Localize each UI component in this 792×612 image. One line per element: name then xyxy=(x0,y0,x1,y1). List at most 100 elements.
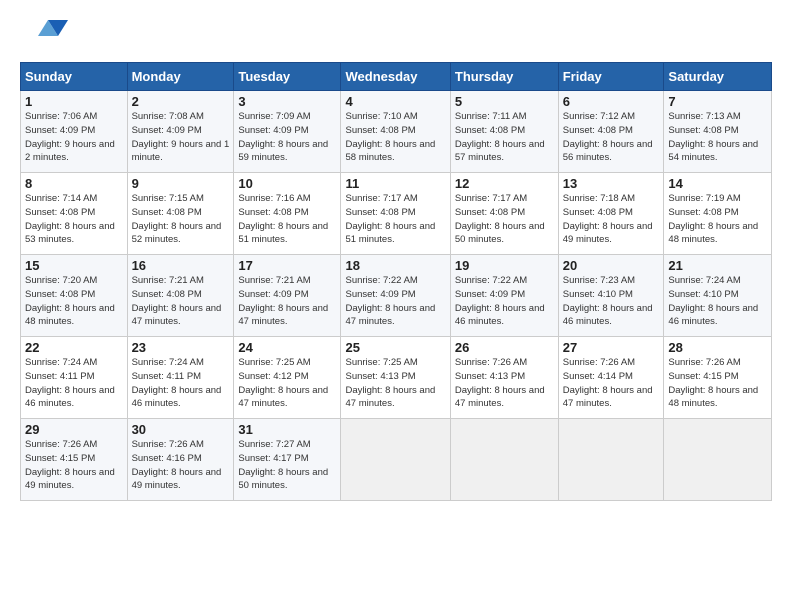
day-info: Sunrise: 7:25 AMSunset: 4:13 PMDaylight:… xyxy=(345,357,435,409)
calendar-day-cell: 12 Sunrise: 7:17 AMSunset: 4:08 PMDaylig… xyxy=(450,173,558,255)
calendar-day-cell: 23 Sunrise: 7:24 AMSunset: 4:11 PMDaylig… xyxy=(127,337,234,419)
day-number: 15 xyxy=(25,258,123,273)
calendar-weekday-header: Tuesday xyxy=(234,63,341,91)
calendar-day-cell: 27 Sunrise: 7:26 AMSunset: 4:14 PMDaylig… xyxy=(558,337,664,419)
day-number: 27 xyxy=(563,340,660,355)
calendar-day-cell: 15 Sunrise: 7:20 AMSunset: 4:08 PMDaylig… xyxy=(21,255,128,337)
calendar-day-cell: 3 Sunrise: 7:09 AMSunset: 4:09 PMDayligh… xyxy=(234,91,341,173)
calendar-day-cell: 10 Sunrise: 7:16 AMSunset: 4:08 PMDaylig… xyxy=(234,173,341,255)
calendar-day-cell: 1 Sunrise: 7:06 AMSunset: 4:09 PMDayligh… xyxy=(21,91,128,173)
day-number: 10 xyxy=(238,176,336,191)
day-info: Sunrise: 7:11 AMSunset: 4:08 PMDaylight:… xyxy=(455,111,545,163)
day-number: 23 xyxy=(132,340,230,355)
day-number: 20 xyxy=(563,258,660,273)
day-number: 8 xyxy=(25,176,123,191)
day-number: 6 xyxy=(563,94,660,109)
calendar-day-cell: 31 Sunrise: 7:27 AMSunset: 4:17 PMDaylig… xyxy=(234,419,341,501)
logo-icon xyxy=(20,16,68,54)
day-info: Sunrise: 7:16 AMSunset: 4:08 PMDaylight:… xyxy=(238,193,328,245)
day-info: Sunrise: 7:17 AMSunset: 4:08 PMDaylight:… xyxy=(455,193,545,245)
day-info: Sunrise: 7:25 AMSunset: 4:12 PMDaylight:… xyxy=(238,357,328,409)
calendar-day-cell xyxy=(664,419,772,501)
day-info: Sunrise: 7:15 AMSunset: 4:08 PMDaylight:… xyxy=(132,193,222,245)
calendar-day-cell: 17 Sunrise: 7:21 AMSunset: 4:09 PMDaylig… xyxy=(234,255,341,337)
day-number: 11 xyxy=(345,176,445,191)
calendar-week-row: 15 Sunrise: 7:20 AMSunset: 4:08 PMDaylig… xyxy=(21,255,772,337)
day-number: 30 xyxy=(132,422,230,437)
calendar-weekday-header: Thursday xyxy=(450,63,558,91)
calendar-day-cell: 4 Sunrise: 7:10 AMSunset: 4:08 PMDayligh… xyxy=(341,91,450,173)
day-info: Sunrise: 7:20 AMSunset: 4:08 PMDaylight:… xyxy=(25,275,115,327)
day-number: 13 xyxy=(563,176,660,191)
day-info: Sunrise: 7:24 AMSunset: 4:10 PMDaylight:… xyxy=(668,275,758,327)
day-info: Sunrise: 7:21 AMSunset: 4:08 PMDaylight:… xyxy=(132,275,222,327)
calendar-weekday-header: Friday xyxy=(558,63,664,91)
day-number: 29 xyxy=(25,422,123,437)
logo xyxy=(20,16,72,54)
day-number: 4 xyxy=(345,94,445,109)
day-info: Sunrise: 7:27 AMSunset: 4:17 PMDaylight:… xyxy=(238,439,328,491)
calendar-header-row: SundayMondayTuesdayWednesdayThursdayFrid… xyxy=(21,63,772,91)
day-number: 14 xyxy=(668,176,767,191)
day-info: Sunrise: 7:14 AMSunset: 4:08 PMDaylight:… xyxy=(25,193,115,245)
day-number: 5 xyxy=(455,94,554,109)
calendar-day-cell: 8 Sunrise: 7:14 AMSunset: 4:08 PMDayligh… xyxy=(21,173,128,255)
day-number: 31 xyxy=(238,422,336,437)
day-number: 21 xyxy=(668,258,767,273)
calendar-table: SundayMondayTuesdayWednesdayThursdayFrid… xyxy=(20,62,772,501)
calendar-day-cell: 22 Sunrise: 7:24 AMSunset: 4:11 PMDaylig… xyxy=(21,337,128,419)
calendar-day-cell: 13 Sunrise: 7:18 AMSunset: 4:08 PMDaylig… xyxy=(558,173,664,255)
calendar-day-cell: 20 Sunrise: 7:23 AMSunset: 4:10 PMDaylig… xyxy=(558,255,664,337)
day-info: Sunrise: 7:23 AMSunset: 4:10 PMDaylight:… xyxy=(563,275,653,327)
day-info: Sunrise: 7:26 AMSunset: 4:14 PMDaylight:… xyxy=(563,357,653,409)
day-number: 17 xyxy=(238,258,336,273)
day-number: 1 xyxy=(25,94,123,109)
calendar-day-cell: 11 Sunrise: 7:17 AMSunset: 4:08 PMDaylig… xyxy=(341,173,450,255)
day-info: Sunrise: 7:17 AMSunset: 4:08 PMDaylight:… xyxy=(345,193,435,245)
calendar-day-cell: 9 Sunrise: 7:15 AMSunset: 4:08 PMDayligh… xyxy=(127,173,234,255)
calendar-day-cell xyxy=(450,419,558,501)
calendar-day-cell: 30 Sunrise: 7:26 AMSunset: 4:16 PMDaylig… xyxy=(127,419,234,501)
calendar-day-cell: 2 Sunrise: 7:08 AMSunset: 4:09 PMDayligh… xyxy=(127,91,234,173)
calendar-week-row: 1 Sunrise: 7:06 AMSunset: 4:09 PMDayligh… xyxy=(21,91,772,173)
calendar-weekday-header: Sunday xyxy=(21,63,128,91)
day-number: 25 xyxy=(345,340,445,355)
day-info: Sunrise: 7:26 AMSunset: 4:15 PMDaylight:… xyxy=(25,439,115,491)
day-number: 24 xyxy=(238,340,336,355)
day-info: Sunrise: 7:26 AMSunset: 4:13 PMDaylight:… xyxy=(455,357,545,409)
calendar-container: SundayMondayTuesdayWednesdayThursdayFrid… xyxy=(0,0,792,511)
calendar-day-cell: 24 Sunrise: 7:25 AMSunset: 4:12 PMDaylig… xyxy=(234,337,341,419)
calendar-day-cell: 5 Sunrise: 7:11 AMSunset: 4:08 PMDayligh… xyxy=(450,91,558,173)
calendar-week-row: 22 Sunrise: 7:24 AMSunset: 4:11 PMDaylig… xyxy=(21,337,772,419)
day-number: 3 xyxy=(238,94,336,109)
day-info: Sunrise: 7:24 AMSunset: 4:11 PMDaylight:… xyxy=(25,357,115,409)
day-info: Sunrise: 7:22 AMSunset: 4:09 PMDaylight:… xyxy=(455,275,545,327)
calendar-week-row: 8 Sunrise: 7:14 AMSunset: 4:08 PMDayligh… xyxy=(21,173,772,255)
calendar-weekday-header: Saturday xyxy=(664,63,772,91)
calendar-weekday-header: Monday xyxy=(127,63,234,91)
day-number: 19 xyxy=(455,258,554,273)
day-number: 16 xyxy=(132,258,230,273)
calendar-day-cell: 16 Sunrise: 7:21 AMSunset: 4:08 PMDaylig… xyxy=(127,255,234,337)
day-info: Sunrise: 7:21 AMSunset: 4:09 PMDaylight:… xyxy=(238,275,328,327)
calendar-day-cell: 19 Sunrise: 7:22 AMSunset: 4:09 PMDaylig… xyxy=(450,255,558,337)
calendar-day-cell: 14 Sunrise: 7:19 AMSunset: 4:08 PMDaylig… xyxy=(664,173,772,255)
calendar-day-cell: 7 Sunrise: 7:13 AMSunset: 4:08 PMDayligh… xyxy=(664,91,772,173)
calendar-day-cell xyxy=(558,419,664,501)
day-info: Sunrise: 7:12 AMSunset: 4:08 PMDaylight:… xyxy=(563,111,653,163)
calendar-day-cell: 28 Sunrise: 7:26 AMSunset: 4:15 PMDaylig… xyxy=(664,337,772,419)
calendar-day-cell xyxy=(341,419,450,501)
day-number: 18 xyxy=(345,258,445,273)
day-number: 26 xyxy=(455,340,554,355)
day-info: Sunrise: 7:24 AMSunset: 4:11 PMDaylight:… xyxy=(132,357,222,409)
day-info: Sunrise: 7:19 AMSunset: 4:08 PMDaylight:… xyxy=(668,193,758,245)
day-info: Sunrise: 7:10 AMSunset: 4:08 PMDaylight:… xyxy=(345,111,435,163)
calendar-weekday-header: Wednesday xyxy=(341,63,450,91)
day-number: 28 xyxy=(668,340,767,355)
calendar-day-cell: 18 Sunrise: 7:22 AMSunset: 4:09 PMDaylig… xyxy=(341,255,450,337)
day-info: Sunrise: 7:26 AMSunset: 4:15 PMDaylight:… xyxy=(668,357,758,409)
day-info: Sunrise: 7:06 AMSunset: 4:09 PMDaylight:… xyxy=(25,111,115,163)
day-info: Sunrise: 7:09 AMSunset: 4:09 PMDaylight:… xyxy=(238,111,328,163)
calendar-day-cell: 6 Sunrise: 7:12 AMSunset: 4:08 PMDayligh… xyxy=(558,91,664,173)
day-info: Sunrise: 7:26 AMSunset: 4:16 PMDaylight:… xyxy=(132,439,222,491)
